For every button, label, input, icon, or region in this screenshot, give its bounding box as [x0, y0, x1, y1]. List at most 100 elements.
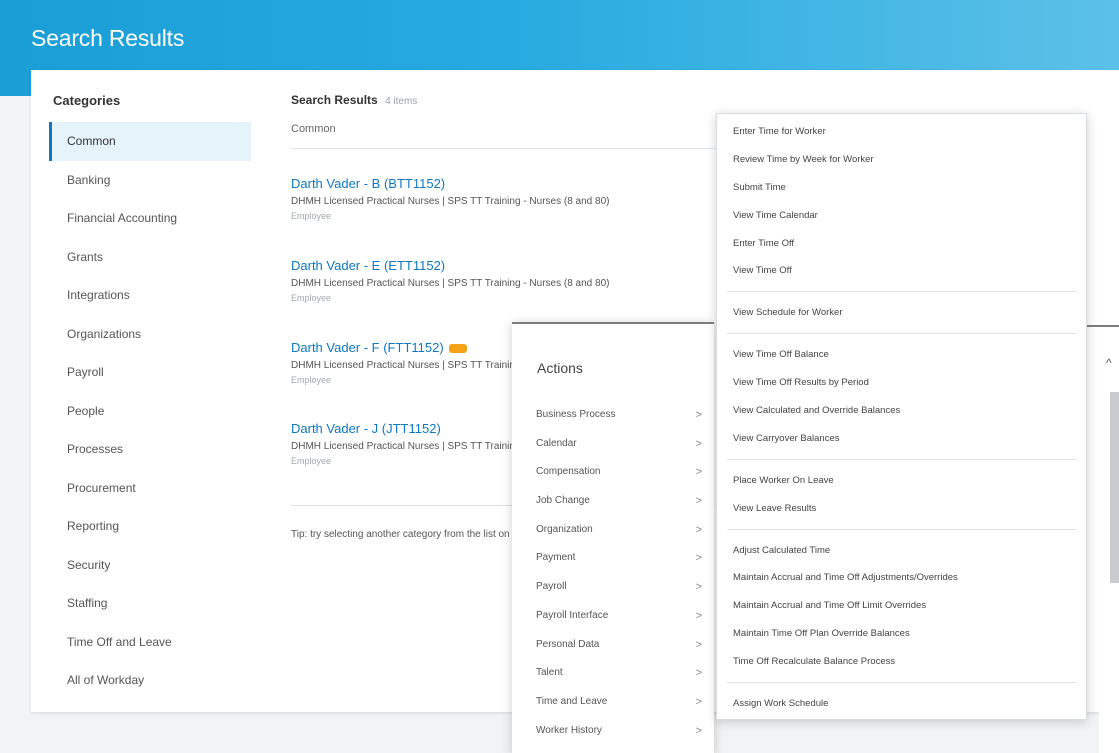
- action-compensation[interactable]: Compensation >: [512, 458, 714, 487]
- submenu-item-enter-time-off[interactable]: Enter Time Off: [717, 230, 1086, 258]
- submenu-item-view-leave-results[interactable]: View Leave Results: [717, 495, 1086, 523]
- action-job-change[interactable]: Job Change >: [512, 487, 714, 516]
- scroll-up-icon[interactable]: ^: [1106, 356, 1112, 370]
- submenu-item-view-time-calendar[interactable]: View Time Calendar: [717, 202, 1086, 230]
- submenu-item-place-worker-on-leave[interactable]: Place Worker On Leave: [717, 467, 1086, 495]
- time-and-leave-submenu: Enter Time for Worker Review Time by Week…: [716, 113, 1087, 720]
- submenu-item-maintain-time-off-plan-override-balances[interactable]: Maintain Time Off Plan Override Balances: [717, 620, 1086, 648]
- results-column-label: Common: [291, 123, 336, 135]
- action-label: Payroll: [536, 581, 567, 593]
- result-item: Darth Vader - E (ETT1152) DHMH Licensed …: [291, 258, 731, 303]
- actions-list: Business Process > Calendar > Compensation > J…: [512, 401, 714, 745]
- result-description: DHMH Licensed Practical Nurses | SPS TT …: [291, 196, 610, 207]
- submenu-divider: [727, 458, 1076, 460]
- submenu-item-maintain-accrual-and-time-off-limit-overrides[interactable]: Maintain Accrual and Time Off Limit Over…: [717, 592, 1086, 620]
- category-security[interactable]: Security: [49, 546, 251, 585]
- result-name-link[interactable]: Darth Vader - B (BTT1152): [291, 176, 731, 192]
- action-worker-history[interactable]: Worker History >: [512, 717, 714, 746]
- categories-heading: Categories: [53, 93, 121, 108]
- submenu-item-enter-time-for-worker[interactable]: Enter Time for Worker: [717, 118, 1086, 146]
- action-label: Payment: [536, 552, 576, 564]
- category-payroll[interactable]: Payroll: [49, 353, 251, 392]
- actions-heading: Actions: [537, 360, 583, 376]
- column-divider: [291, 148, 715, 149]
- result-type: Employee: [291, 211, 332, 221]
- submenu-item-view-schedule-for-worker[interactable]: View Schedule for Worker: [717, 299, 1086, 327]
- submenu-item-view-time-off[interactable]: View Time Off: [717, 257, 1086, 285]
- scrollbar-thumb[interactable]: [1110, 392, 1119, 583]
- page-title: Search Results: [31, 25, 185, 51]
- categories-list: Common Banking Financial Accounting Grants I…: [49, 122, 251, 700]
- action-business-process[interactable]: Business Process >: [512, 401, 714, 430]
- results-count: 4 items: [385, 96, 418, 107]
- category-financial-accounting[interactable]: Financial Accounting: [49, 199, 251, 238]
- chevron-right-icon: >: [695, 695, 702, 708]
- action-label: Worker History: [536, 724, 602, 736]
- chevron-right-icon: >: [695, 466, 702, 479]
- actions-menu: Actions Business Process > Calendar > Compen…: [512, 322, 714, 753]
- category-reporting[interactable]: Reporting: [49, 507, 251, 546]
- result-item: Darth Vader - B (BTT1152) DHMH Licensed …: [291, 176, 731, 221]
- category-common[interactable]: Common: [49, 122, 251, 161]
- category-processes[interactable]: Processes: [49, 430, 251, 469]
- action-time-and-leave[interactable]: Time and Leave >: [512, 688, 714, 717]
- chevron-right-icon: >: [695, 409, 702, 421]
- chevron-right-icon: >: [695, 437, 702, 450]
- action-label: Talent: [536, 667, 563, 679]
- category-procurement[interactable]: Procurement: [49, 469, 251, 508]
- results-title: Search Results: [291, 93, 378, 107]
- submenu-item-submit-time[interactable]: Submit Time: [717, 174, 1086, 202]
- submenu-item-maintain-accrual-and-time-off-adjustments-overrides[interactable]: Maintain Accrual and Time Off Adjustment…: [717, 564, 1086, 592]
- category-people[interactable]: People: [49, 392, 251, 431]
- chevron-right-icon: >: [695, 581, 702, 594]
- submenu-item-view-time-off-balance[interactable]: View Time Off Balance: [717, 341, 1086, 369]
- result-name-link[interactable]: Darth Vader - F (FTT1152): [291, 340, 444, 355]
- action-calendar[interactable]: Calendar >: [512, 430, 714, 459]
- submenu-item-adjust-calculated-time[interactable]: Adjust Calculated Time: [717, 537, 1086, 565]
- action-label: Payroll Interface: [536, 609, 609, 621]
- submenu-item-assign-work-schedule[interactable]: Assign Work Schedule: [717, 690, 1086, 718]
- submenu-divider: [727, 528, 1076, 530]
- action-payroll[interactable]: Payroll >: [512, 573, 714, 602]
- category-banking[interactable]: Banking: [49, 161, 251, 200]
- chevron-right-icon: >: [695, 552, 702, 565]
- category-grants[interactable]: Grants: [49, 238, 251, 277]
- submenu-divider: [727, 682, 1076, 684]
- submenu-item-view-calculated-and-override-balances[interactable]: View Calculated and Override Balances: [717, 397, 1086, 425]
- submenu-item-view-carryover-balances[interactable]: View Carryover Balances: [717, 425, 1086, 453]
- panel-divider: [1087, 325, 1119, 327]
- chevron-right-icon: >: [695, 724, 702, 737]
- submenu-divider: [727, 291, 1076, 293]
- search-tip: Tip: try selecting another category from…: [291, 529, 543, 540]
- category-organizations[interactable]: Organizations: [49, 315, 251, 354]
- submenu-divider: [727, 333, 1076, 335]
- submenu-item-view-time-off-results-by-period[interactable]: View Time Off Results by Period: [717, 369, 1086, 397]
- chevron-right-icon: >: [695, 667, 702, 680]
- result-type: Employee: [291, 293, 332, 303]
- chevron-right-icon: >: [695, 495, 702, 508]
- result-name-link[interactable]: Darth Vader - E (ETT1152): [291, 258, 731, 274]
- results-heading: Search Results 4 items: [291, 93, 417, 107]
- action-label: Compensation: [536, 466, 601, 478]
- action-personal-data[interactable]: Personal Data >: [512, 631, 714, 660]
- action-label: Job Change: [536, 495, 590, 507]
- category-integrations[interactable]: Integrations: [49, 276, 251, 315]
- action-label: Organization: [536, 523, 593, 535]
- chevron-right-icon: >: [695, 638, 702, 651]
- submenu-item-time-off-recalculate-balance-process[interactable]: Time Off Recalculate Balance Process: [717, 648, 1086, 676]
- result-description: DHMH Licensed Practical Nurses | SPS TT …: [291, 278, 610, 289]
- action-label: Calendar: [536, 437, 577, 449]
- category-staffing[interactable]: Staffing: [49, 584, 251, 623]
- action-payment[interactable]: Payment >: [512, 544, 714, 573]
- action-label: Personal Data: [536, 638, 600, 650]
- action-organization[interactable]: Organization >: [512, 516, 714, 545]
- action-payroll-interface[interactable]: Payroll Interface >: [512, 602, 714, 631]
- action-label: Business Process: [536, 409, 616, 420]
- action-label: Time and Leave: [536, 695, 608, 707]
- category-time-off-and-leave[interactable]: Time Off and Leave: [49, 623, 251, 662]
- category-all-of-workday[interactable]: All of Workday: [49, 661, 251, 700]
- chevron-right-icon: >: [695, 609, 702, 622]
- action-talent[interactable]: Talent >: [512, 659, 714, 688]
- submenu-item-review-time-by-week-for-worker[interactable]: Review Time by Week for Worker: [717, 146, 1086, 174]
- related-actions-icon[interactable]: [448, 344, 467, 354]
